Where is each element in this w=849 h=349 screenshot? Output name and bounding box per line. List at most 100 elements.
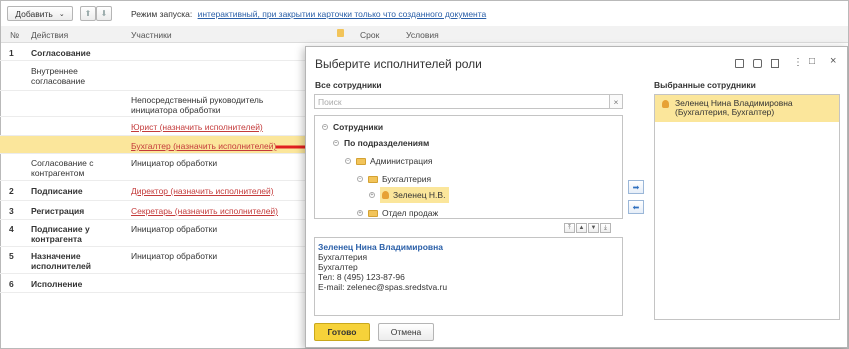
row-participant-link[interactable]: Директор (назначить исполнителей): [131, 186, 306, 196]
folder-icon: [368, 209, 378, 217]
up-icon[interactable]: ▲: [576, 223, 587, 233]
table-row[interactable]: 6 Исполнение: [0, 274, 305, 293]
col-deadline[interactable]: Срок: [360, 30, 379, 40]
row-action: Согласование с контрагентом: [31, 158, 94, 178]
row-num: 6: [9, 279, 14, 289]
tree-node-label: Бухгалтерия: [382, 174, 432, 184]
cancel-button[interactable]: Отмена: [378, 323, 434, 341]
remove-selected-button[interactable]: ⬅: [628, 200, 644, 214]
folder-icon: [356, 157, 366, 165]
table-row[interactable]: 4 Подписание у контрагента Инициатор обр…: [0, 220, 305, 247]
row-participant: Инициатор обработки: [131, 158, 218, 168]
collapse-icon[interactable]: −: [322, 124, 328, 130]
clear-icon: ×: [613, 96, 619, 107]
ok-button[interactable]: Готово: [314, 323, 370, 341]
selected-highlight: Зеленец Н.В.: [380, 187, 450, 203]
table-row[interactable]: Внутреннее согласование: [0, 61, 305, 91]
col-participants[interactable]: Участники: [131, 30, 172, 40]
row-action: Внутреннее согласование: [31, 66, 86, 86]
search-input[interactable]: Поиск: [314, 94, 623, 109]
tree-node-by-departments[interactable]: − По подразделениям: [333, 138, 429, 148]
table-row[interactable]: 2 Подписание Директор (назначить исполни…: [0, 181, 305, 201]
tree-node-label: Зеленец Н.В.: [393, 190, 446, 200]
first-icon[interactable]: ⤒: [564, 223, 575, 233]
tree-node-label: Отдел продаж: [382, 208, 439, 218]
row-participant: Инициатор обработки: [131, 224, 218, 234]
table-row[interactable]: 3 Регистрация Секретарь (назначить испол…: [0, 201, 305, 220]
more-icon[interactable]: ⋮: [793, 57, 803, 68]
row-num: 4: [9, 224, 14, 234]
arrow-left-icon: ⬅: [632, 202, 640, 212]
move-down-button[interactable]: ⬇: [96, 6, 112, 21]
collapse-icon[interactable]: −: [345, 158, 351, 164]
select-role-performers-dialog: Выберите исполнителей роли ⋮ □ × Все сот…: [305, 46, 848, 348]
row-action: Согласование: [31, 48, 91, 58]
row-num: 3: [9, 206, 14, 216]
tree-node-employees[interactable]: − Сотрудники: [322, 122, 383, 132]
details-email: E-mail: zelenec@spas.sredstva.ru: [318, 282, 448, 292]
add-label: Добавить: [15, 8, 53, 19]
details-phone: Тел: 8 (495) 123-87-96: [318, 272, 405, 282]
row-num: 5: [9, 251, 14, 261]
row-participant-link[interactable]: Секретарь (назначить исполнителей): [131, 206, 306, 216]
expand-icon[interactable]: +: [369, 192, 375, 198]
user-icon: [382, 191, 389, 199]
details-department: Бухгалтерия: [318, 252, 368, 262]
preview-icon[interactable]: [771, 59, 779, 68]
lock-icon: [337, 29, 344, 37]
dialog-title: Выберите исполнителей роли: [315, 57, 482, 71]
launch-mode-link[interactable]: интерактивный, при закрытии карточки тол…: [198, 9, 487, 19]
tree-node-accounting[interactable]: − Бухгалтерия: [357, 174, 431, 184]
arrow-up-icon: ⬆: [84, 9, 92, 18]
table-row[interactable]: Непосредственный руководитель инициатора…: [0, 91, 305, 117]
details-name[interactable]: Зеленец Нина Владимировна: [318, 242, 619, 252]
move-up-button[interactable]: ⬆: [80, 6, 96, 21]
tree-node-label: По подразделениям: [344, 138, 430, 148]
row-action: Подписание: [31, 186, 83, 196]
table-row[interactable]: Согласование с контрагентом Инициатор об…: [0, 154, 305, 181]
col-conditions[interactable]: Условия: [406, 30, 439, 40]
row-participant-link[interactable]: Юрист (назначить исполнителей): [131, 122, 306, 132]
down-icon[interactable]: ▼: [588, 223, 599, 233]
launch-mode: Режим запуска: интерактивный, при закрыт…: [131, 9, 486, 19]
add-button[interactable]: Добавить ⌄: [7, 6, 73, 21]
selected-list-item[interactable]: Зеленец Нина Владимировна (Бухгалтерия, …: [655, 95, 839, 122]
search-placeholder: Поиск: [318, 97, 342, 107]
save-icon[interactable]: [735, 59, 744, 68]
all-employees-label: Все сотрудники: [315, 80, 382, 90]
table-header: № Действия Участники Срок Условия: [1, 26, 848, 43]
selected-employees-label: Выбранные сотрудники: [654, 80, 756, 90]
selected-employees-list: Зеленец Нина Владимировна (Бухгалтерия, …: [654, 94, 840, 320]
add-selected-button[interactable]: ➡: [628, 180, 644, 194]
collapse-icon[interactable]: −: [333, 140, 339, 146]
row-action: Назначение исполнителей: [31, 251, 91, 271]
selected-item-label: Зеленец Нина Владимировна (Бухгалтерия, …: [675, 98, 793, 117]
expand-icon[interactable]: +: [357, 210, 363, 216]
cancel-label: Отмена: [390, 327, 422, 337]
maximize-icon[interactable]: □: [809, 56, 815, 67]
last-icon[interactable]: ⤓: [600, 223, 611, 233]
tree-node-administration[interactable]: − Администрация: [345, 156, 432, 166]
chevron-down-icon: ⌄: [58, 10, 65, 18]
employees-tree: − Сотрудники − По подразделениям − Админ…: [314, 115, 623, 219]
tree-nav-buttons: ⤒ ▲ ▼ ⤓: [564, 223, 611, 233]
print-icon[interactable]: [753, 59, 762, 68]
close-icon[interactable]: ×: [830, 55, 836, 67]
row-num: 1: [9, 48, 14, 58]
row-action: Регистрация: [31, 206, 85, 216]
table-row-selected[interactable]: Бухгалтер (назначить исполнителей): [0, 136, 305, 154]
collapse-icon[interactable]: −: [357, 176, 363, 182]
col-actions[interactable]: Действия: [31, 30, 68, 40]
tree-node-sales[interactable]: + Отдел продаж: [357, 208, 438, 218]
tree-node-label: Сотрудники: [333, 122, 384, 132]
table-row[interactable]: Юрист (назначить исполнителей): [0, 117, 305, 136]
row-participant: Инициатор обработки: [131, 251, 218, 261]
search-clear-button[interactable]: ×: [609, 94, 623, 109]
employee-details: Зеленец Нина Владимировна Бухгалтерия Бу…: [314, 237, 623, 316]
details-position: Бухгалтер: [318, 262, 358, 272]
row-participant: Непосредственный руководитель инициатора…: [131, 95, 264, 115]
table-row[interactable]: 5 Назначение исполнителей Инициатор обра…: [0, 247, 305, 274]
tree-node-employee-selected[interactable]: + Зеленец Н.В.: [369, 187, 450, 203]
col-num[interactable]: №: [10, 30, 19, 40]
table-row[interactable]: 1 Согласование: [0, 44, 305, 61]
